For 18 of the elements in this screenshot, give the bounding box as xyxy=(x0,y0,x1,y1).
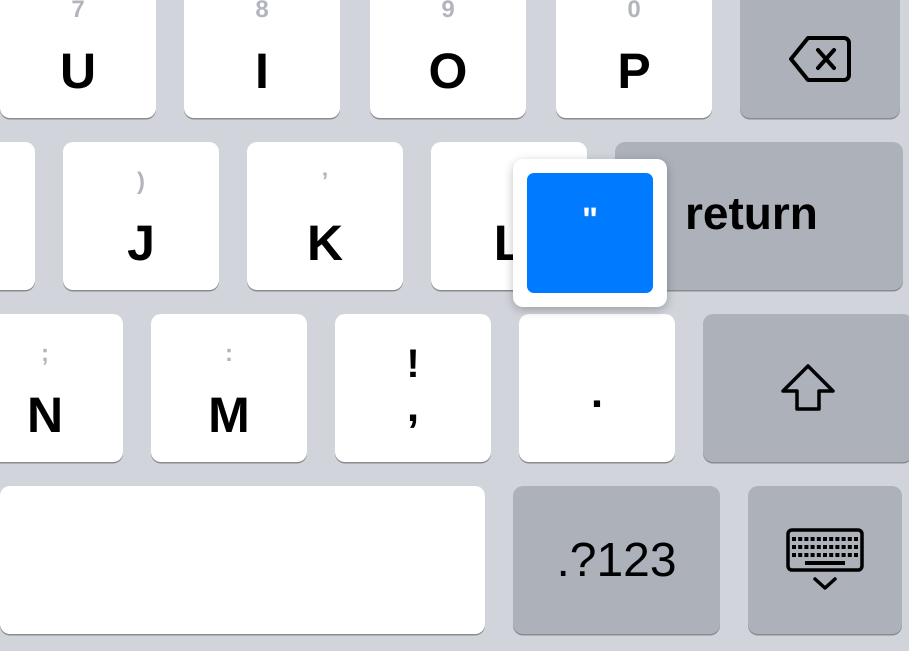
key[interactable]: . xyxy=(519,314,675,462)
key[interactable]: 8 I xyxy=(184,0,340,118)
numbers-key[interactable]: .?123 xyxy=(513,486,720,634)
hide-keyboard-key[interactable] xyxy=(748,486,902,634)
delete-icon xyxy=(788,35,852,83)
delete-key[interactable] xyxy=(740,0,900,118)
key[interactable]: 0 P xyxy=(556,0,712,118)
key[interactable]: ; N xyxy=(0,314,123,462)
space-key[interactable] xyxy=(0,486,485,634)
highlighted-key[interactable]: " xyxy=(527,173,653,293)
key[interactable]: ! , xyxy=(335,314,491,462)
key[interactable]: : M xyxy=(151,314,307,462)
key[interactable]: 9 O xyxy=(370,0,526,118)
key[interactable]: ) J xyxy=(63,142,219,290)
shift-key[interactable] xyxy=(703,314,909,462)
key[interactable]: 7 U xyxy=(0,0,156,118)
key[interactable]: ’ K xyxy=(247,142,403,290)
keyboard-icon xyxy=(785,527,865,593)
